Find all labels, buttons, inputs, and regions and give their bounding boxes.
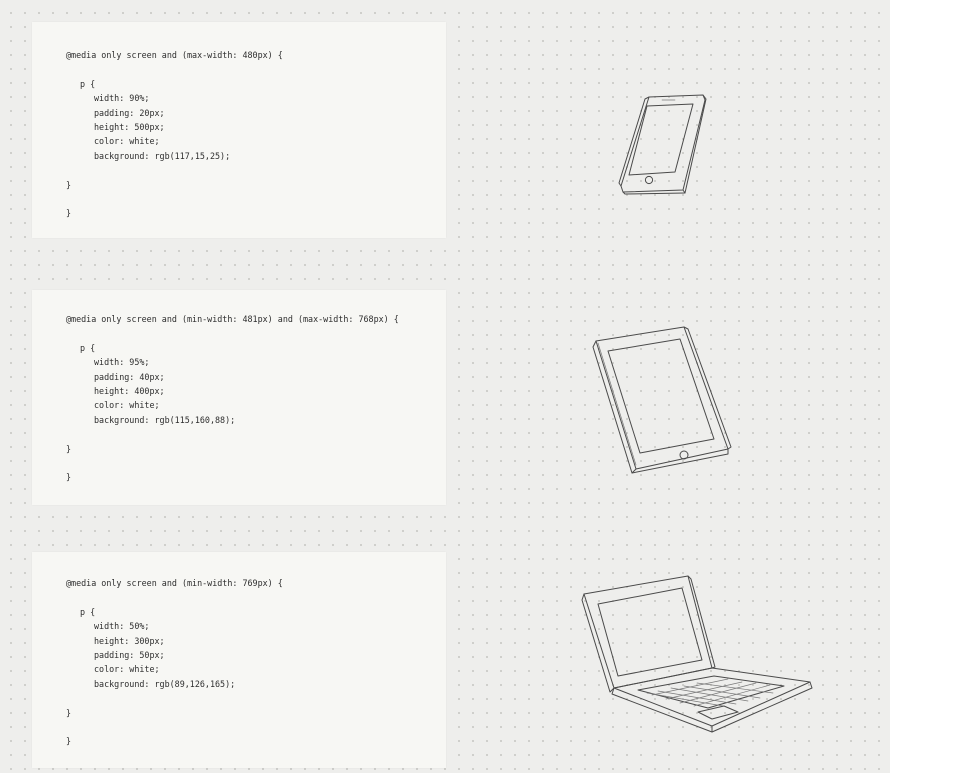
declaration-line: height: 500px; xyxy=(94,122,165,133)
laptop-sketch-icon xyxy=(578,570,818,740)
declaration-line: background: rgb(89,126,165); xyxy=(94,678,236,689)
declaration-line: width: 90%; xyxy=(94,93,150,104)
declaration-line: height: 300px; xyxy=(94,635,165,646)
code-block: @media only screen and (min-width: 481px… xyxy=(66,312,399,485)
declaration-line: color: white; xyxy=(94,664,160,675)
code-card-tablet: @media only screen and (min-width: 481px… xyxy=(32,290,446,505)
closing-brace-outer: } xyxy=(66,472,72,483)
declaration-line: padding: 20px; xyxy=(94,107,165,118)
code-card-phone: @media only screen and (max-width: 480px… xyxy=(32,22,446,238)
code-block: @media only screen and (max-width: 480px… xyxy=(66,48,283,221)
declaration-line: width: 95%; xyxy=(94,357,150,368)
media-query-line: @media only screen and (min-width: 481px… xyxy=(66,314,399,324)
tablet-sketch-icon xyxy=(588,323,738,478)
closing-brace-inner: } xyxy=(66,179,72,190)
phone-sketch-icon xyxy=(615,90,715,200)
closing-brace-inner: } xyxy=(66,707,72,718)
declaration-line: width: 50%; xyxy=(94,621,150,632)
code-card-laptop: @media only screen and (min-width: 769px… xyxy=(32,552,446,768)
closing-brace-outer: } xyxy=(66,736,72,747)
code-block: @media only screen and (min-width: 769px… xyxy=(66,576,283,749)
declaration-line: padding: 50px; xyxy=(94,650,165,661)
selector-line: p { xyxy=(80,78,96,89)
closing-brace-outer: } xyxy=(66,208,72,219)
media-query-line: @media only screen and (min-width: 769px… xyxy=(66,578,283,588)
selector-line: p { xyxy=(80,606,96,617)
declaration-line: background: rgb(117,15,25); xyxy=(94,150,231,161)
closing-brace-inner: } xyxy=(66,443,72,454)
declaration-line: height: 400px; xyxy=(94,386,165,397)
selector-line: p { xyxy=(80,342,96,353)
declaration-line: color: white; xyxy=(94,136,160,147)
declaration-line: background: rgb(115,160,88); xyxy=(94,414,236,425)
media-query-line: @media only screen and (max-width: 480px… xyxy=(66,50,283,60)
dotted-canvas: @media only screen and (max-width: 480px… xyxy=(0,0,890,773)
declaration-line: color: white; xyxy=(94,400,160,411)
declaration-line: padding: 40px; xyxy=(94,371,165,382)
